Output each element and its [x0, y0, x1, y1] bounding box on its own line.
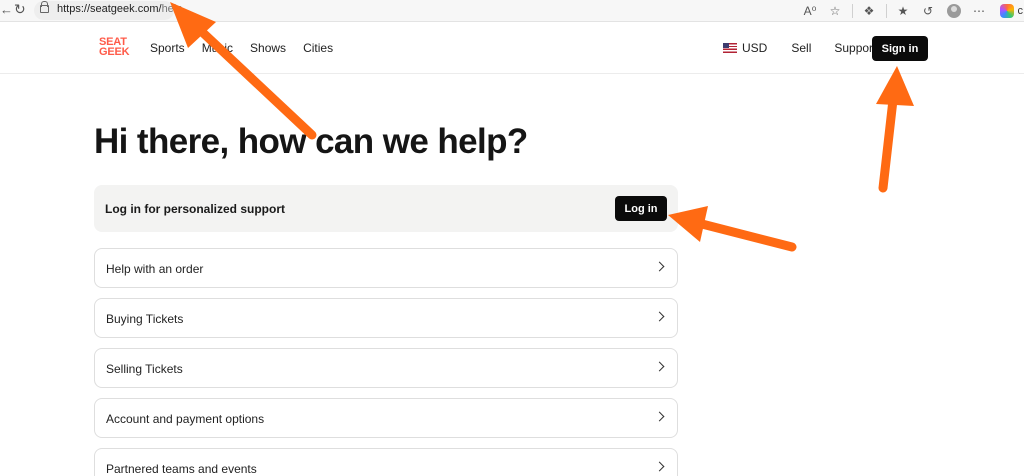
lock-icon[interactable]	[40, 1, 49, 13]
url-host: https://seatgeek.com/	[57, 3, 162, 15]
seatgeek-logo[interactable]: SEAT GEEK	[99, 37, 130, 58]
reload-icon[interactable]: ↻	[14, 1, 26, 18]
favorite-icon[interactable]: ☆	[828, 4, 843, 19]
topic-partnered-teams[interactable]: Partnered teams and events	[94, 448, 678, 476]
header-right-nav: USD Sell Support	[723, 41, 876, 55]
log-in-button[interactable]: Log in	[615, 196, 667, 221]
sell-link[interactable]: Sell	[791, 41, 811, 55]
login-prompt: Log in for personalized support	[105, 202, 285, 216]
arrow-to-log-in	[668, 206, 797, 252]
extensions-icon[interactable]: ❖	[862, 4, 877, 19]
site-header: SEAT GEEK Sports Music Shows Cities USD …	[0, 23, 1024, 74]
url-text[interactable]: https://seatgeek.com/help	[57, 3, 182, 15]
toolbar-separator	[885, 4, 887, 18]
main-nav: Sports Music Shows Cities	[150, 41, 350, 55]
login-banner: Log in for personalized support Log in	[94, 185, 678, 232]
url-path: help	[161, 3, 183, 15]
copilot-icon[interactable]	[999, 4, 1014, 18]
topic-help-with-order[interactable]: Help with an order	[94, 248, 678, 288]
history-icon[interactable]: ↺	[921, 4, 936, 19]
topic-label: Help with an order	[106, 262, 204, 276]
sign-in-button[interactable]: Sign in	[872, 36, 928, 61]
topic-label: Buying Tickets	[106, 312, 184, 326]
topic-selling-tickets[interactable]: Selling Tickets	[94, 348, 678, 388]
logo-line-2: GEEK	[99, 46, 130, 58]
browser-toolbar: ← ↻ https://seatgeek.com/help A⁰ ☆ ❖ ★ ↺…	[0, 0, 1024, 22]
topic-account-payment[interactable]: Account and payment options	[94, 398, 678, 438]
more-icon[interactable]: ⋯	[972, 4, 987, 19]
clipped-text: c	[1017, 5, 1024, 17]
nav-music[interactable]: Music	[202, 41, 233, 55]
address-bar[interactable]: https://seatgeek.com/help	[34, 1, 182, 20]
toolbar-separator	[851, 4, 853, 18]
topic-label: Account and payment options	[106, 412, 265, 426]
nav-cities[interactable]: Cities	[303, 41, 333, 55]
nav-sports[interactable]: Sports	[150, 41, 185, 55]
chevron-right-icon	[654, 261, 665, 272]
topic-label: Selling Tickets	[106, 362, 183, 376]
page-title: Hi there, how can we help?	[94, 122, 528, 161]
topic-label: Partnered teams and events	[106, 462, 257, 476]
back-icon[interactable]: ←	[0, 2, 13, 17]
chevron-right-icon	[654, 461, 665, 472]
currency-selector[interactable]: USD	[742, 41, 767, 55]
chevron-right-icon	[654, 311, 665, 322]
read-aloud-icon[interactable]: A⁰	[803, 4, 818, 19]
profile-icon[interactable]	[946, 4, 961, 18]
favorites-icon[interactable]: ★	[896, 4, 911, 19]
us-flag-icon[interactable]	[723, 43, 737, 53]
support-link[interactable]: Support	[834, 41, 876, 55]
chevron-right-icon	[654, 361, 665, 372]
nav-shows[interactable]: Shows	[250, 41, 286, 55]
topic-buying-tickets[interactable]: Buying Tickets	[94, 298, 678, 338]
chevron-right-icon	[654, 411, 665, 422]
arrow-to-sign-in	[876, 66, 914, 193]
toolbar-icons: A⁰ ☆ ❖ ★ ↺ ⋯ c	[798, 0, 1024, 22]
